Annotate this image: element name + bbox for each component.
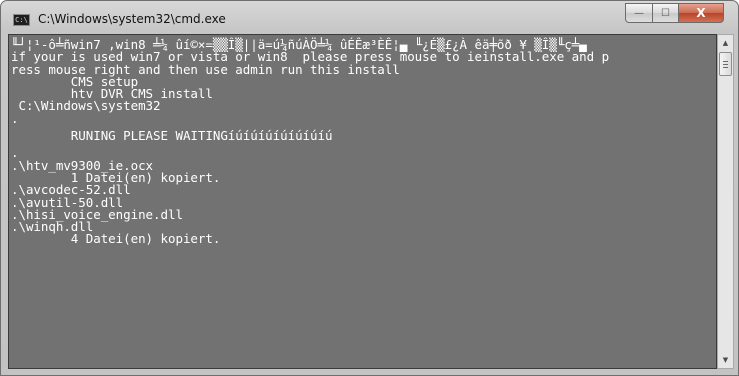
cmd-window: C:\ C:\Windows\system32\cmd.exe — ☐ X ╙┘… <box>0 0 739 376</box>
scroll-up-arrow-icon[interactable]: ▲ <box>718 35 733 51</box>
maximize-button[interactable]: ☐ <box>652 3 678 23</box>
title-bar[interactable]: C:\ C:\Windows\system32\cmd.exe — ☐ X <box>1 1 738 35</box>
vertical-scrollbar[interactable]: ▲ ▼ <box>717 34 734 369</box>
console-line: C:\Windows\system32 <box>11 98 161 114</box>
console-text: ╙┘¦¹-ô╧ñwin7 ,win8 ╧¼ ûí©×=▒▒Î▒||ä=ú¼ñúÀ… <box>11 38 609 247</box>
window-title: C:\Windows\system32\cmd.exe <box>38 12 226 26</box>
scroll-thumb[interactable] <box>719 52 732 76</box>
cmd-app-icon[interactable]: C:\ <box>13 14 30 26</box>
minimize-button[interactable]: — <box>625 3 652 23</box>
console-line: 4 Datei(en) kopiert. <box>11 231 221 247</box>
grip-line <box>723 61 728 62</box>
grip-line <box>723 64 728 65</box>
scroll-down-arrow-icon[interactable]: ▼ <box>718 352 733 368</box>
console-line: . <box>11 110 19 126</box>
console-line: RUNING PLEASE WAITINGíúíúíúíúíúíúíú <box>11 128 333 144</box>
console-line: .\hisi_voice_engine.dll <box>11 206 183 222</box>
caption-buttons: — ☐ X <box>625 3 724 24</box>
grip-line <box>723 67 728 68</box>
close-button[interactable]: X <box>678 3 724 23</box>
console-output-area[interactable]: ╙┘¦¹-ô╧ñwin7 ,win8 ╧¼ ûí©×=▒▒Î▒||ä=ú¼ñúÀ… <box>8 34 717 369</box>
